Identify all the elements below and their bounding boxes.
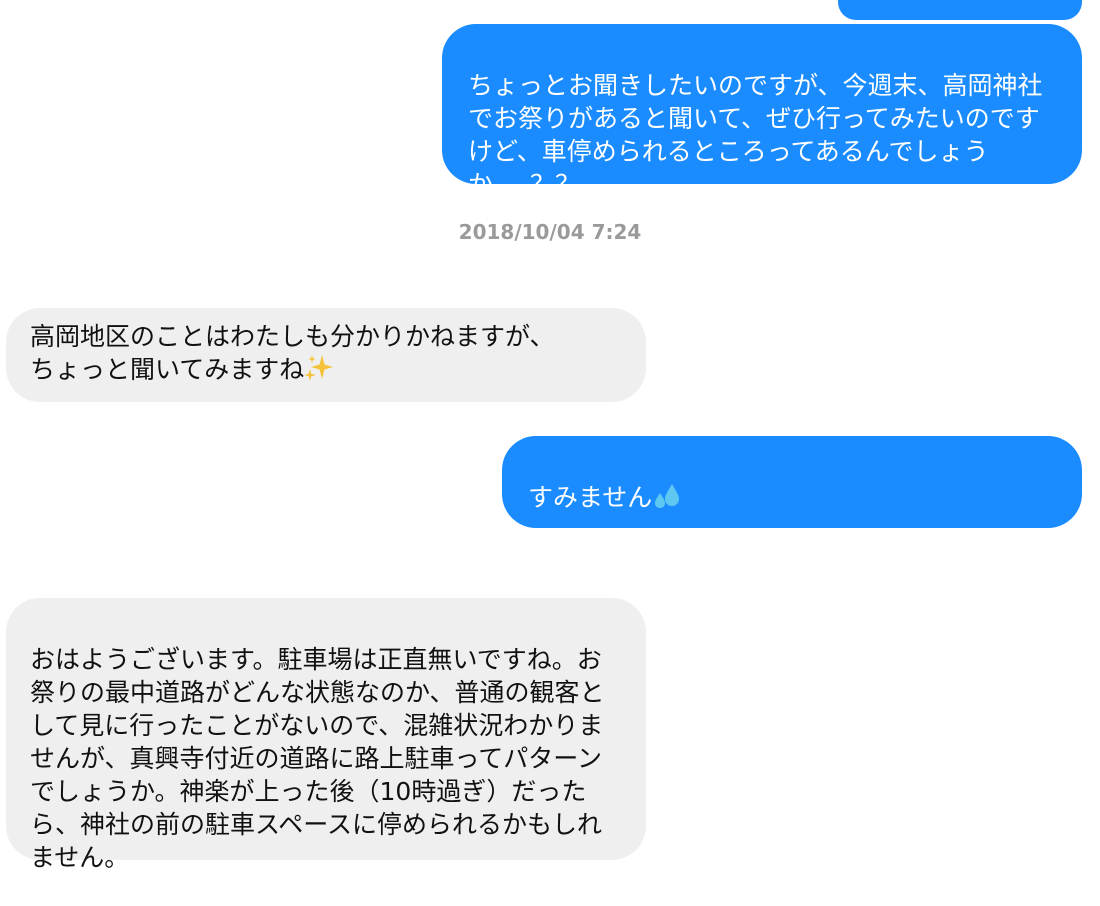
outgoing-message-bubble[interactable]: ちょっとお聞きしたいのですが、今週末、高岡神社でお祭りがあると聞いて、ぜひ行って…: [442, 24, 1082, 199]
message-text: 高岡地区のことはわたしも分かりかねますが、 ちょっと聞いてみますね: [30, 322, 555, 384]
message-line: ありがとうございます！！助かります！！: [528, 547, 1056, 580]
message-text: ありがとうございます！！助かります！！: [528, 549, 1004, 578]
message-line: すみません: [528, 481, 1056, 514]
message-timestamp: 2018/10/04 7:24: [458, 220, 642, 244]
chat-thread: ちょっとお聞きしたいのですが、今週末、高岡神社でお祭りがあると聞いて、ぜひ行って…: [0, 0, 1100, 906]
previous-message-bubble[interactable]: [838, 0, 1082, 20]
incoming-message-bubble[interactable]: 高岡地区のことはわたしも分かりかねますが、 ちょっと聞いてみますね: [6, 308, 646, 402]
incoming-message-bubble[interactable]: おはようございます。駐車場は正直無いですね。お祭りの最中道路がどんな状態なのか、…: [6, 598, 646, 872]
message-text: すみません: [528, 483, 653, 512]
outgoing-message-bubble[interactable]: すみません ありがとうございます！！助かります！！: [502, 436, 1082, 578]
sweat-droplets-icon: [652, 481, 682, 511]
message-text: ちょっとお聞きしたいのですが、今週末、高岡神社でお祭りがあると聞いて、ぜひ行って…: [468, 71, 1043, 199]
message-text: おはようございます。駐車場は正直無いですね。お祭りの最中道路がどんな状態なのか、…: [30, 645, 605, 872]
sparkles-icon: [304, 353, 334, 383]
